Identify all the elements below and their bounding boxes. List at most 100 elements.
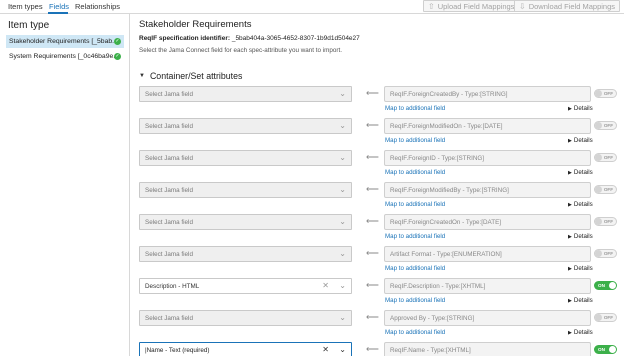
check-circle-icon: ✓ [114, 38, 121, 45]
upload-field-mappings-button[interactable]: ⇧ Upload Field Mappings [423, 0, 520, 12]
mapping-toggle[interactable]: OFF [594, 249, 617, 258]
arrow-left-icon: ⟵ [366, 280, 379, 290]
details-toggle[interactable]: ▶ Details [568, 329, 593, 336]
chevron-down-icon: ⌄ [339, 217, 346, 226]
reqif-attribute-label: Approved By - Type:[STRING] [390, 314, 475, 322]
mapping-toggle[interactable]: ON [594, 281, 617, 290]
details-label: Details [573, 137, 593, 144]
mapping-row: Select Jama field ⌄ ⟵ ReqIF.ForeignModif… [0, 118, 624, 148]
mapping-toggle[interactable]: OFF [594, 89, 617, 98]
jama-field-select[interactable]: Select Jama field ⌄ [139, 150, 352, 166]
map-additional-field-link[interactable]: Map to additional field [385, 169, 445, 176]
item-type-stakeholder-requirements[interactable]: Stakeholder Requirements [_5bab... ✓ [6, 35, 124, 48]
toggle-label: OFF [603, 251, 613, 256]
download-field-mappings-button[interactable]: ⇩ Download Field Mappings [514, 0, 621, 12]
details-toggle[interactable]: ▶ Details [568, 169, 593, 176]
caret-right-icon: ▶ [568, 138, 572, 144]
reqif-attribute-field: Artifact Format - Type:[ENUMERATION] [384, 246, 591, 262]
map-additional-field-link[interactable]: Map to additional field [385, 105, 445, 112]
jama-field-select[interactable]: Select Jama field ⌄ [139, 246, 352, 262]
map-additional-field-link[interactable]: Map to additional field [385, 265, 445, 272]
reqif-attribute-field: ReqIF.Name - Type:[XHTML] [384, 342, 591, 356]
reqif-attribute-field: ReqIF.ForeignCreatedBy - Type:[STRING] [384, 86, 591, 102]
jama-field-select[interactable]: Description - HTML ✕ ⌄ [139, 278, 352, 294]
jama-field-select[interactable]: |Name - Text (required) ✕ ⌄ [139, 342, 352, 356]
chevron-down-icon: ⌄ [339, 313, 346, 322]
clear-icon[interactable]: ✕ [322, 281, 329, 290]
jama-field-select[interactable]: Select Jama field ⌄ [139, 182, 352, 198]
chevron-down-icon: ⌄ [339, 185, 346, 194]
mapping-toggle[interactable]: OFF [594, 313, 617, 322]
caret-down-icon: ▼ [139, 73, 145, 79]
mapping-row: |Name - Text (required) ✕ ⌄ ⟵ ReqIF.Name… [0, 342, 624, 356]
arrow-left-icon: ⟵ [366, 88, 379, 98]
arrow-left-icon: ⟵ [366, 120, 379, 130]
caret-right-icon: ▶ [568, 298, 572, 304]
item-type-label: System Requirements [_0c46ba9e... [9, 53, 119, 60]
caret-right-icon: ▶ [568, 202, 572, 208]
jama-field-select[interactable]: Select Jama field ⌄ [139, 118, 352, 134]
reqif-attribute-label: ReqIF.Name - Type:[XHTML] [390, 346, 471, 354]
tab-fields[interactable]: Fields [49, 2, 69, 11]
reqif-attribute-label: ReqIF.ForeignModifiedBy - Type:[STRING] [390, 186, 509, 194]
item-type-system-requirements[interactable]: System Requirements [_0c46ba9e... ✓ [6, 50, 124, 63]
toggle-label: ON [598, 283, 605, 288]
details-toggle[interactable]: ▶ Details [568, 105, 593, 112]
reqif-attribute-label: Artifact Format - Type:[ENUMERATION] [390, 250, 502, 258]
details-label: Details [573, 169, 593, 176]
arrow-left-icon: ⟵ [366, 344, 379, 354]
top-tab-bar: Item types Fields Relationships ⇧ Upload… [0, 0, 624, 14]
jama-field-select[interactable]: Select Jama field ⌄ [139, 86, 352, 102]
chevron-down-icon: ⌄ [339, 249, 346, 258]
mapping-toggle[interactable]: OFF [594, 217, 617, 226]
select-value: Select Jama field [145, 218, 193, 226]
arrow-left-icon: ⟵ [366, 216, 379, 226]
tab-relationships[interactable]: Relationships [75, 2, 120, 11]
reqif-attribute-field: ReqIF.ForeignID - Type:[STRING] [384, 150, 591, 166]
mapping-row: Select Jama field ⌄ ⟵ ReqIF.ForeignModif… [0, 182, 624, 212]
arrow-left-icon: ⟵ [366, 152, 379, 162]
jama-field-select[interactable]: Select Jama field ⌄ [139, 214, 352, 230]
details-toggle[interactable]: ▶ Details [568, 137, 593, 144]
toggle-knob [595, 186, 602, 193]
toggle-label: OFF [603, 187, 613, 192]
mapping-toggle[interactable]: OFF [594, 185, 617, 194]
mapping-toggle[interactable]: OFF [594, 153, 617, 162]
page-title: Stakeholder Requirements [139, 19, 252, 30]
item-type-heading: Item type [8, 20, 50, 31]
toggle-label: OFF [603, 123, 613, 128]
download-button-label: Download Field Mappings [528, 1, 616, 11]
toggle-knob [595, 90, 602, 97]
map-additional-field-link[interactable]: Map to additional field [385, 233, 445, 240]
jama-field-select[interactable]: Select Jama field ⌄ [139, 310, 352, 326]
map-additional-field-link[interactable]: Map to additional field [385, 137, 445, 144]
reqif-attribute-field: ReqIF.ForeignModifiedOn - Type:[DATE] [384, 118, 591, 134]
select-value: Select Jama field [145, 314, 193, 322]
section-header-container-set[interactable]: ▼ Container/Set attributes [139, 71, 242, 81]
mapping-row: Select Jama field ⌄ ⟵ ReqIF.ForeignID - … [0, 150, 624, 180]
details-toggle[interactable]: ▶ Details [568, 297, 593, 304]
toggle-knob [609, 346, 616, 353]
map-additional-field-link[interactable]: Map to additional field [385, 329, 445, 336]
details-label: Details [573, 297, 593, 304]
map-additional-field-link[interactable]: Map to additional field [385, 201, 445, 208]
toggle-label: OFF [603, 219, 613, 224]
tab-item-types[interactable]: Item types [8, 2, 43, 11]
details-toggle[interactable]: ▶ Details [568, 233, 593, 240]
toggle-label: OFF [603, 91, 613, 96]
select-value: Select Jama field [145, 186, 193, 194]
caret-right-icon: ▶ [568, 170, 572, 176]
caret-right-icon: ▶ [568, 266, 572, 272]
details-label: Details [573, 329, 593, 336]
details-toggle[interactable]: ▶ Details [568, 201, 593, 208]
mapping-toggle[interactable]: ON [594, 345, 617, 354]
clear-icon[interactable]: ✕ [322, 345, 329, 354]
mapping-toggle[interactable]: OFF [594, 121, 617, 130]
reqif-attribute-label: ReqIF.ForeignCreatedBy - Type:[STRING] [390, 90, 508, 98]
identifier-label: ReqIF specification identifier: [139, 35, 231, 42]
map-additional-field-link[interactable]: Map to additional field [385, 297, 445, 304]
toggle-knob [595, 250, 602, 257]
select-value: |Name - Text (required) [145, 346, 210, 354]
details-toggle[interactable]: ▶ Details [568, 265, 593, 272]
upload-icon: ⇧ [428, 1, 435, 11]
